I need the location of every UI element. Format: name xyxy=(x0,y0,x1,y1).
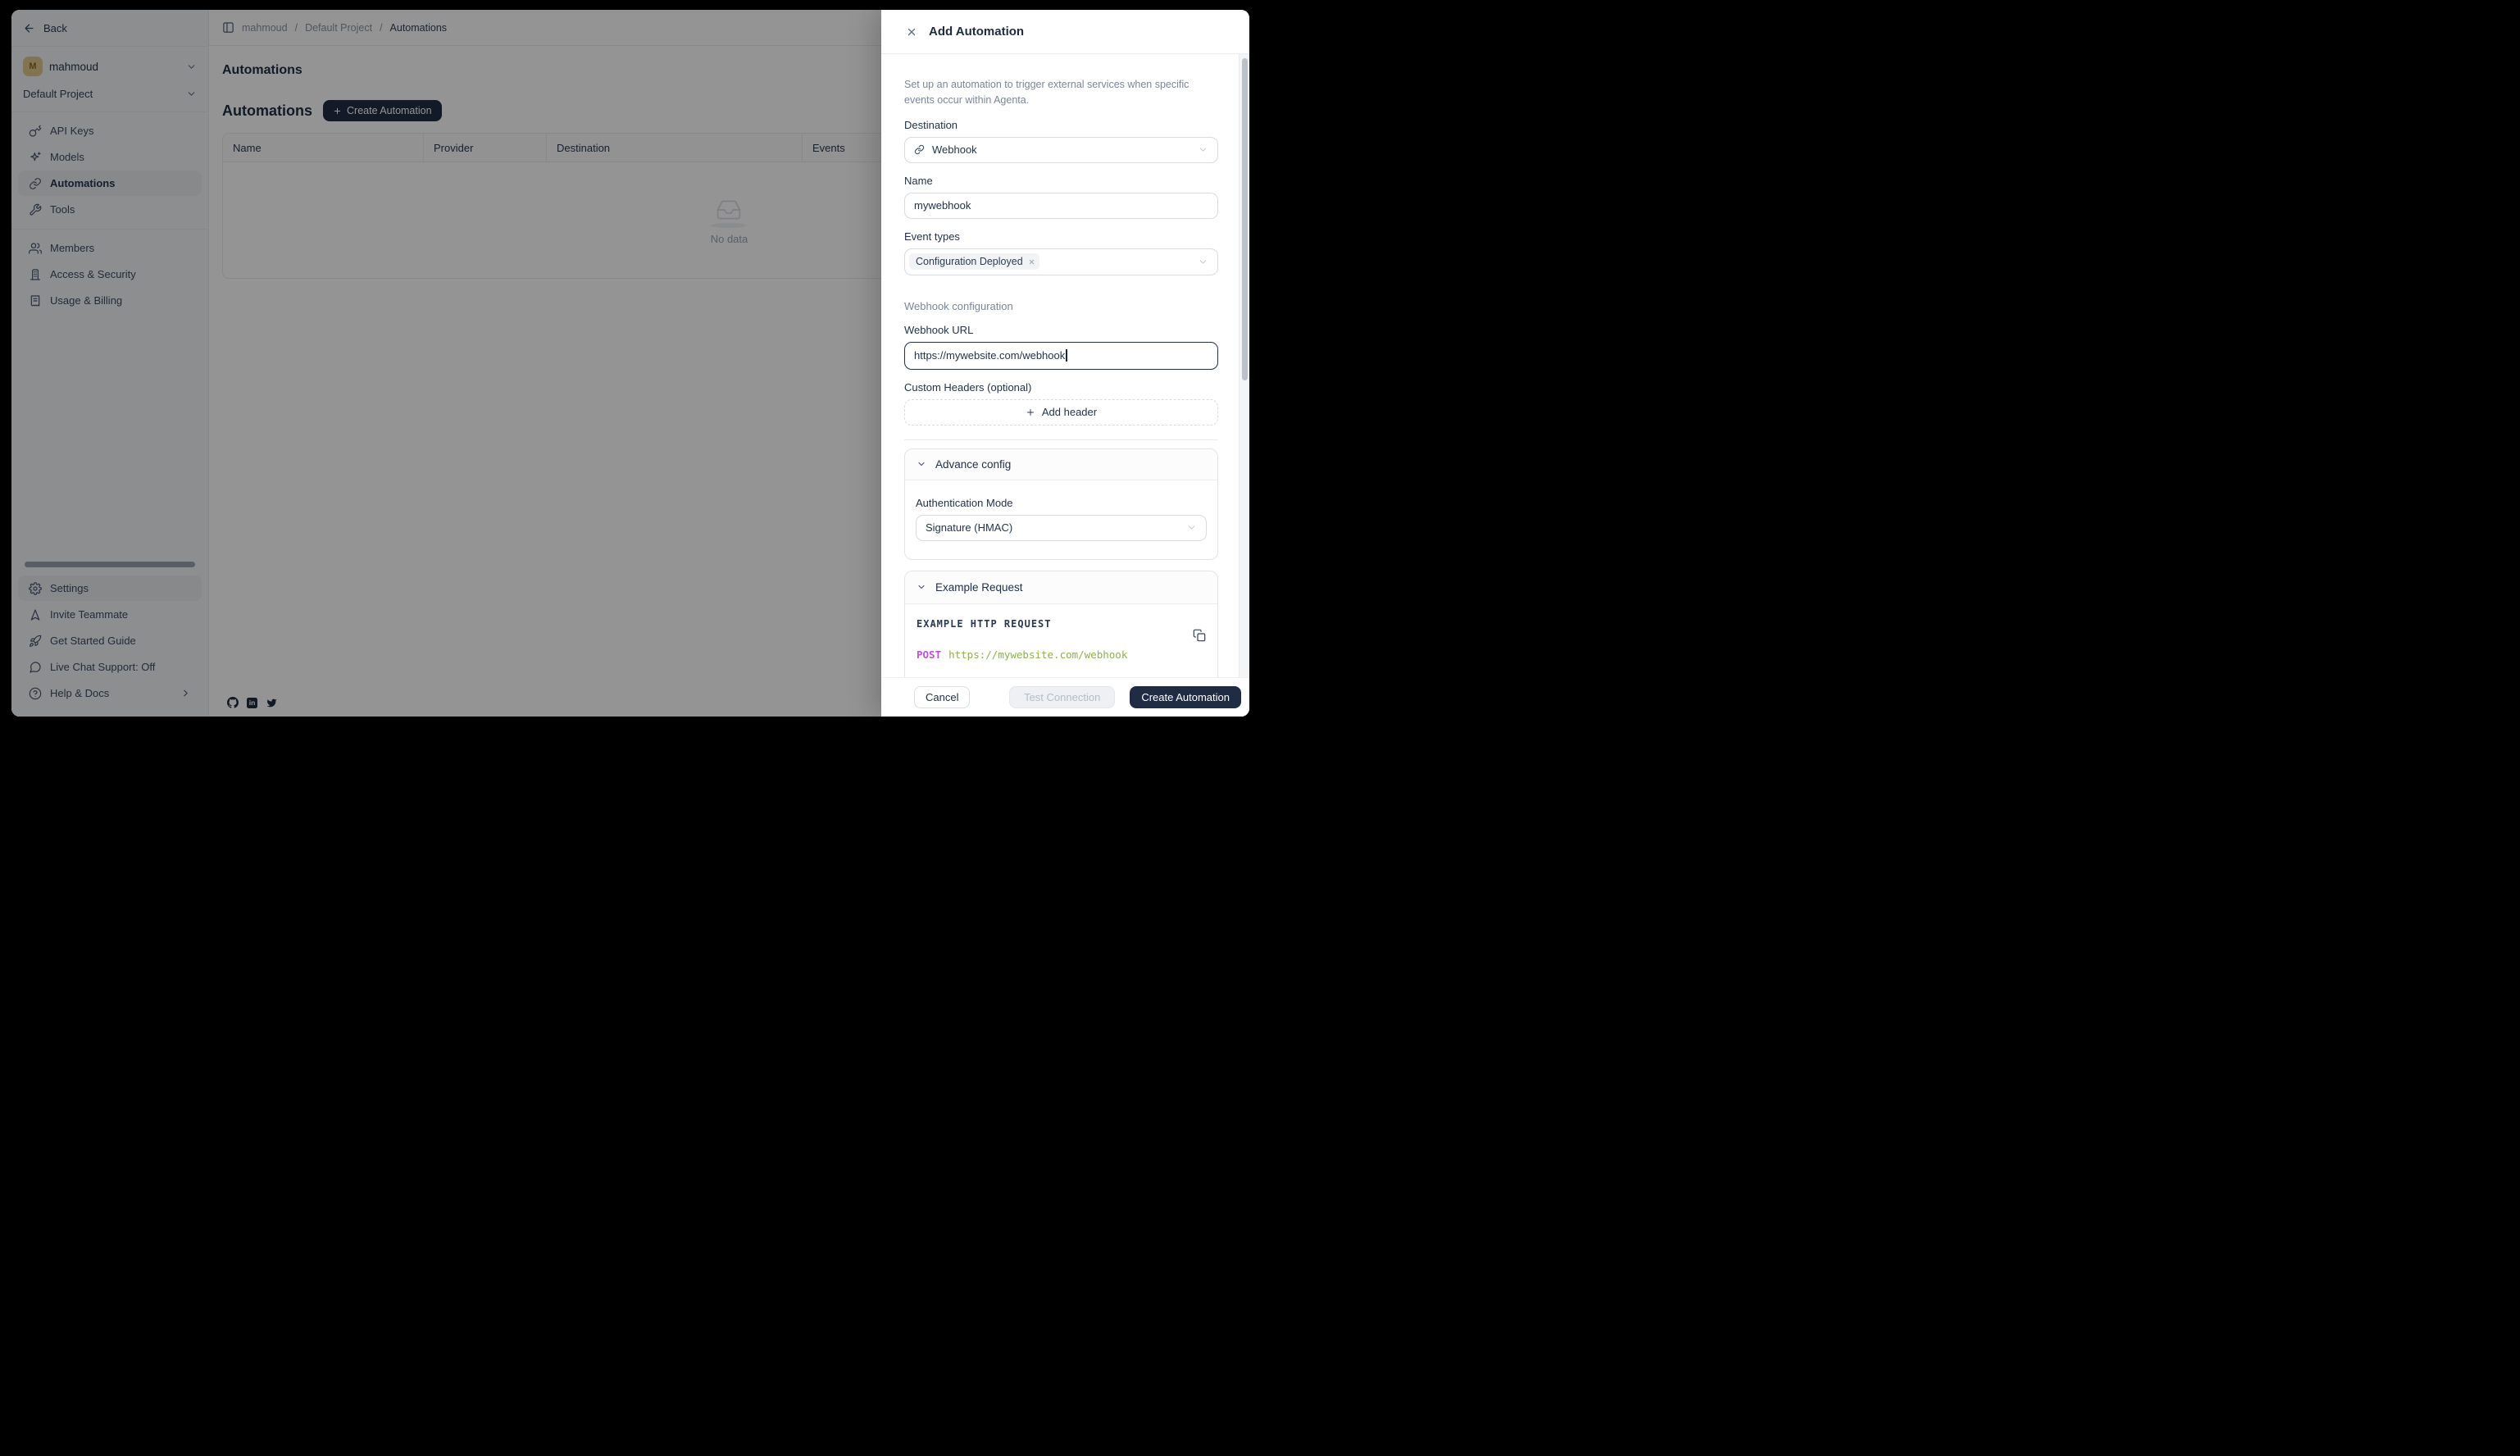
destination-select[interactable]: Webhook xyxy=(904,137,1218,163)
drawer-title: Add Automation xyxy=(929,25,1024,39)
plus-icon xyxy=(1026,407,1035,417)
link-icon xyxy=(914,144,925,155)
drawer-scrollbar-thumb[interactable] xyxy=(1242,58,1248,380)
text-cursor xyxy=(1066,349,1067,362)
drawer-description: Set up an automation to trigger external… xyxy=(904,77,1218,109)
drawer-footer: Cancel Test Connection Create Automation xyxy=(881,677,1249,717)
destination-value: Webhook xyxy=(932,143,977,156)
webhook-url-label: Webhook URL xyxy=(904,324,1218,336)
example-request-panel: Example Request EXAMPLE HTTP REQUEST POS… xyxy=(904,571,1218,677)
event-types-label: Event types xyxy=(904,230,1218,243)
drawer-header: Add Automation xyxy=(881,10,1249,54)
event-types-select[interactable]: Configuration Deployed xyxy=(904,248,1218,275)
auth-mode-label: Authentication Mode xyxy=(916,497,1207,509)
request-url: https://mywebsite.com/webhook xyxy=(948,648,1127,661)
example-request-toggle[interactable]: Example Request xyxy=(905,571,1217,604)
request-line: POST https://mywebsite.com/webhook xyxy=(917,648,1206,661)
drawer-scrollbar-track[interactable] xyxy=(1239,54,1249,677)
destination-label: Destination xyxy=(904,119,1218,131)
modal-backdrop[interactable] xyxy=(11,10,881,717)
drawer-body: Set up an automation to trigger external… xyxy=(881,54,1239,677)
webhook-url-input[interactable]: https://mywebsite.com/webhook xyxy=(904,342,1218,370)
remove-tag-icon[interactable] xyxy=(1028,258,1035,266)
http-method: POST xyxy=(917,648,941,661)
chevron-down-icon xyxy=(1186,522,1197,533)
name-label: Name xyxy=(904,175,1218,187)
webhook-section-title: Webhook configuration xyxy=(904,300,1218,312)
advance-config-body: Authentication Mode Signature (HMAC) xyxy=(905,480,1217,559)
example-request-body: EXAMPLE HTTP REQUEST POST https://mywebsi… xyxy=(905,604,1217,677)
chevron-down-icon xyxy=(1198,257,1208,267)
add-header-button[interactable]: Add header xyxy=(904,399,1218,425)
close-icon[interactable] xyxy=(906,26,917,38)
custom-headers-label: Custom Headers (optional) xyxy=(904,381,1218,394)
advance-config-toggle[interactable]: Advance config xyxy=(905,449,1217,480)
name-input[interactable]: mywebhook xyxy=(904,193,1218,219)
chevron-down-icon xyxy=(917,582,926,592)
divider xyxy=(904,439,1218,440)
chevron-down-icon xyxy=(1198,144,1208,155)
code-header: EXAMPLE HTTP REQUEST xyxy=(917,618,1206,630)
chevron-down-icon xyxy=(917,459,926,469)
cancel-button[interactable]: Cancel xyxy=(914,686,970,708)
copy-icon[interactable] xyxy=(1193,629,1206,642)
app-window: Back M mahmoud Default Project xyxy=(11,10,1249,717)
event-tag: Configuration Deployed xyxy=(909,253,1039,270)
add-automation-drawer: Add Automation Set up an automation to t… xyxy=(881,10,1249,717)
test-connection-button[interactable]: Test Connection xyxy=(1009,686,1115,708)
create-automation-submit-button[interactable]: Create Automation xyxy=(1130,686,1241,708)
advance-config-panel: Advance config Authentication Mode Signa… xyxy=(904,448,1218,560)
auth-mode-select[interactable]: Signature (HMAC) xyxy=(916,515,1207,541)
